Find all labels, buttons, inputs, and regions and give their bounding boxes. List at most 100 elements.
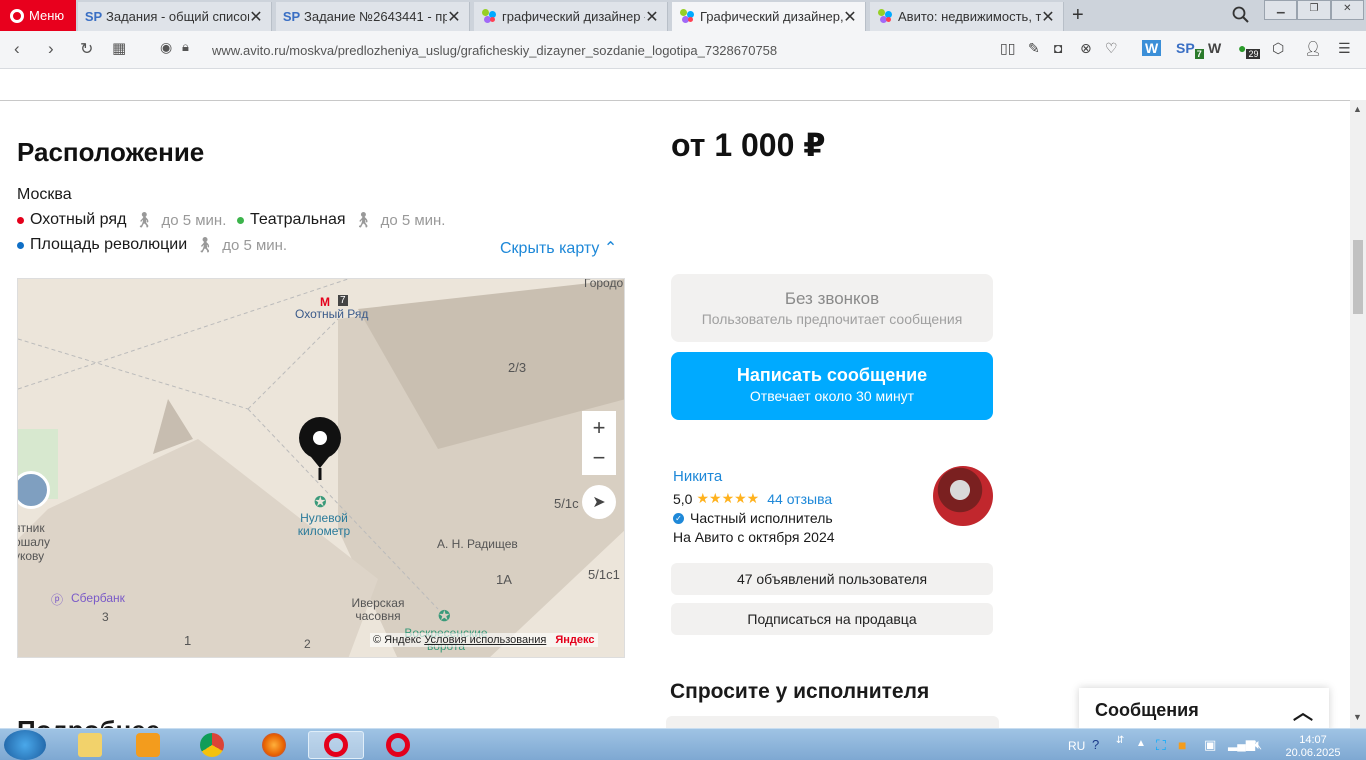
sp-extension-icon[interactable]: SP 7 <box>1176 40 1204 59</box>
heart-icon[interactable]: ♡ <box>1105 40 1118 57</box>
explorer-taskbar-button[interactable] <box>62 731 118 759</box>
reload-icon[interactable]: ↻ <box>80 39 93 59</box>
seller-avatar[interactable] <box>933 466 993 526</box>
tray-arrows-icon[interactable]: ⇵ <box>1116 735 1124 746</box>
chrome-icon <box>200 733 224 757</box>
forward-icon[interactable]: › <box>48 39 54 59</box>
speed-dial-icon[interactable]: ▦ <box>112 39 126 57</box>
copyright-text: © Яндекс <box>373 634 422 646</box>
geolocate-button[interactable]: ➤ <box>582 485 616 519</box>
chrome-taskbar-button[interactable] <box>184 731 240 759</box>
media-player-icon <box>136 733 160 757</box>
edit-icon[interactable]: ✎ <box>1028 40 1040 57</box>
walk-icon: 🚶︎ <box>195 237 215 254</box>
tab-5[interactable]: Авито: недвижимость, тра ✕ <box>870 2 1064 31</box>
close-tab-icon[interactable]: ✕ <box>447 7 461 27</box>
subscribe-button[interactable]: Подписаться на продавца <box>671 603 993 635</box>
seller-rating: 5,0 ★★★★★ 44 отзыва <box>673 490 832 507</box>
messages-panel[interactable]: Сообщения ︿ <box>1079 688 1329 728</box>
browser-tab-bar: Меню SP Задания - общий список s ✕ SP За… <box>0 0 1366 31</box>
cube-icon[interactable]: ⬡ <box>1272 40 1284 57</box>
new-tab-icon[interactable]: + <box>1072 4 1084 27</box>
page-scrollbar[interactable]: ▲ ▼ <box>1350 100 1366 728</box>
seller-name-link[interactable]: Никита <box>673 468 722 485</box>
hide-map-label: Скрыть карту <box>500 240 600 257</box>
volume-muted-icon[interactable]: 🔇︎ <box>1254 737 1262 753</box>
green-extension-icon[interactable]: ● 29 <box>1238 40 1261 59</box>
avito-favicon-icon <box>680 9 695 24</box>
scroll-up-icon[interactable]: ▲ <box>1353 104 1362 114</box>
close-tab-icon[interactable]: ✕ <box>645 7 659 27</box>
tray-app-icon[interactable]: ■ <box>1178 737 1186 753</box>
tab-2[interactable]: SP Задание №2643441 - про ✕ <box>276 2 470 31</box>
network-icon[interactable]: ▂▄▆ <box>1228 737 1255 751</box>
user-ads-button[interactable]: 47 объявлений пользователя <box>671 563 993 595</box>
response-time: Отвечает около 30 минут <box>749 388 915 404</box>
address-bar: ‹ › ↻ ▦ ◉ 🔒︎ www.avito.ru/moskva/predloz… <box>0 31 1366 69</box>
menu-label: Меню <box>29 8 65 23</box>
url-field[interactable]: www.avito.ru/moskva/predlozheniya_uslug/… <box>212 43 777 58</box>
ask-input-area[interactable] <box>666 716 999 728</box>
opera-icon <box>386 733 410 757</box>
opera-taskbar-button[interactable] <box>370 731 426 759</box>
zoom-in-button[interactable]: + <box>582 411 616 445</box>
scrollbar-thumb[interactable] <box>1353 240 1363 314</box>
map-label-iverskaya: Иверская часовня <box>351 596 405 623</box>
opera-taskbar-button-active[interactable] <box>308 731 364 759</box>
maximize-icon[interactable]: ❐ <box>1297 0 1331 20</box>
scroll-down-icon[interactable]: ▼ <box>1353 712 1362 722</box>
close-tab-icon[interactable]: ✕ <box>1041 7 1055 27</box>
metro-dot-icon <box>237 216 244 224</box>
search-icon[interactable] <box>1232 6 1250 24</box>
metro-line-badge: 7 <box>338 295 348 306</box>
system-clock[interactable]: 14:07 20.06.2025 <box>1284 734 1342 760</box>
terms-link[interactable]: Условия использования <box>424 634 546 646</box>
w-extension-icon[interactable]: W <box>1208 40 1221 56</box>
language-indicator[interactable]: RU <box>1068 739 1085 753</box>
settings-menu-icon[interactable]: ☰ <box>1338 40 1351 57</box>
yandex-logo[interactable]: Яндекс <box>555 634 594 646</box>
block-icon[interactable]: ⊗ <box>1080 40 1092 57</box>
close-tab-icon[interactable]: ✕ <box>843 7 857 27</box>
show-hidden-icons[interactable]: ▲ <box>1136 738 1146 749</box>
close-tab-icon[interactable]: ✕ <box>249 7 263 27</box>
sp-favicon-icon: SP <box>84 9 103 24</box>
word-extension-icon[interactable]: W <box>1142 40 1162 56</box>
firefox-taskbar-button[interactable] <box>246 731 302 759</box>
seller-since: На Авито с октября 2024 <box>673 529 835 545</box>
seller-type: ✓ Частный исполнитель <box>673 510 833 526</box>
screenshot-tray-icon[interactable]: ⛶ <box>1156 737 1166 754</box>
minimize-icon[interactable]: ▁ <box>1264 0 1298 20</box>
windows-taskbar: RU ? ⇵ ▲ ⛶ ■ ▣ ▂▄▆ 🔇︎ 14:07 20.06.2025 <box>0 728 1366 760</box>
tab-3[interactable]: графический дизайнер - Г ✕ <box>474 2 668 31</box>
device-tray-icon[interactable]: ▣ <box>1204 737 1216 753</box>
map-label-okhotny: Охотный Ряд <box>295 307 369 321</box>
tab-1[interactable]: SP Задания - общий список s ✕ <box>78 2 272 31</box>
metro-time: до 5 мин. <box>380 211 446 229</box>
opera-menu-button[interactable]: Меню <box>0 0 76 31</box>
no-calls-button[interactable]: Без звонков Пользователь предпочитает со… <box>671 274 993 342</box>
section-heading-text: Подробнее <box>17 715 160 728</box>
chevron-up-icon[interactable]: ︿ <box>1293 696 1313 725</box>
map-label-1: 1 <box>184 633 192 648</box>
profile-icon[interactable]: 👤︎ <box>1304 40 1322 57</box>
map-label-5-1c1: 5/1с1 <box>588 567 620 582</box>
tab-title: Задания - общий список s <box>106 9 249 24</box>
write-message-button[interactable]: Написать сообщение Отвечает около 30 мин… <box>671 352 993 420</box>
lock-icon[interactable]: 🔒︎ <box>182 39 189 55</box>
start-button[interactable] <box>4 730 46 760</box>
location-pin-icon[interactable]: ◉ <box>160 39 172 56</box>
help-icon[interactable]: ? <box>1092 737 1099 752</box>
back-icon[interactable]: ‹ <box>14 39 20 59</box>
camera-icon[interactable]: ◘ <box>1054 40 1062 56</box>
media-player-taskbar-button[interactable] <box>120 731 176 759</box>
metro-time: до 5 мин. <box>222 236 288 254</box>
zoom-out-button[interactable]: − <box>582 441 616 475</box>
map[interactable]: Городо M 7 Охотный Ряд 2/3 5/1с 5/1с1 1А… <box>17 278 625 658</box>
reader-mode-icon[interactable]: ▯▯ <box>1000 40 1015 57</box>
reviews-link[interactable]: 44 отзыва <box>767 491 832 507</box>
tab-4-active[interactable]: Графический дизайнер, со ✕ <box>672 2 866 31</box>
close-window-icon[interactable]: ✕ <box>1330 0 1364 20</box>
write-message-label: Написать сообщение <box>736 365 928 385</box>
hide-map-link[interactable]: Скрыть карту ⌃ <box>500 238 617 258</box>
